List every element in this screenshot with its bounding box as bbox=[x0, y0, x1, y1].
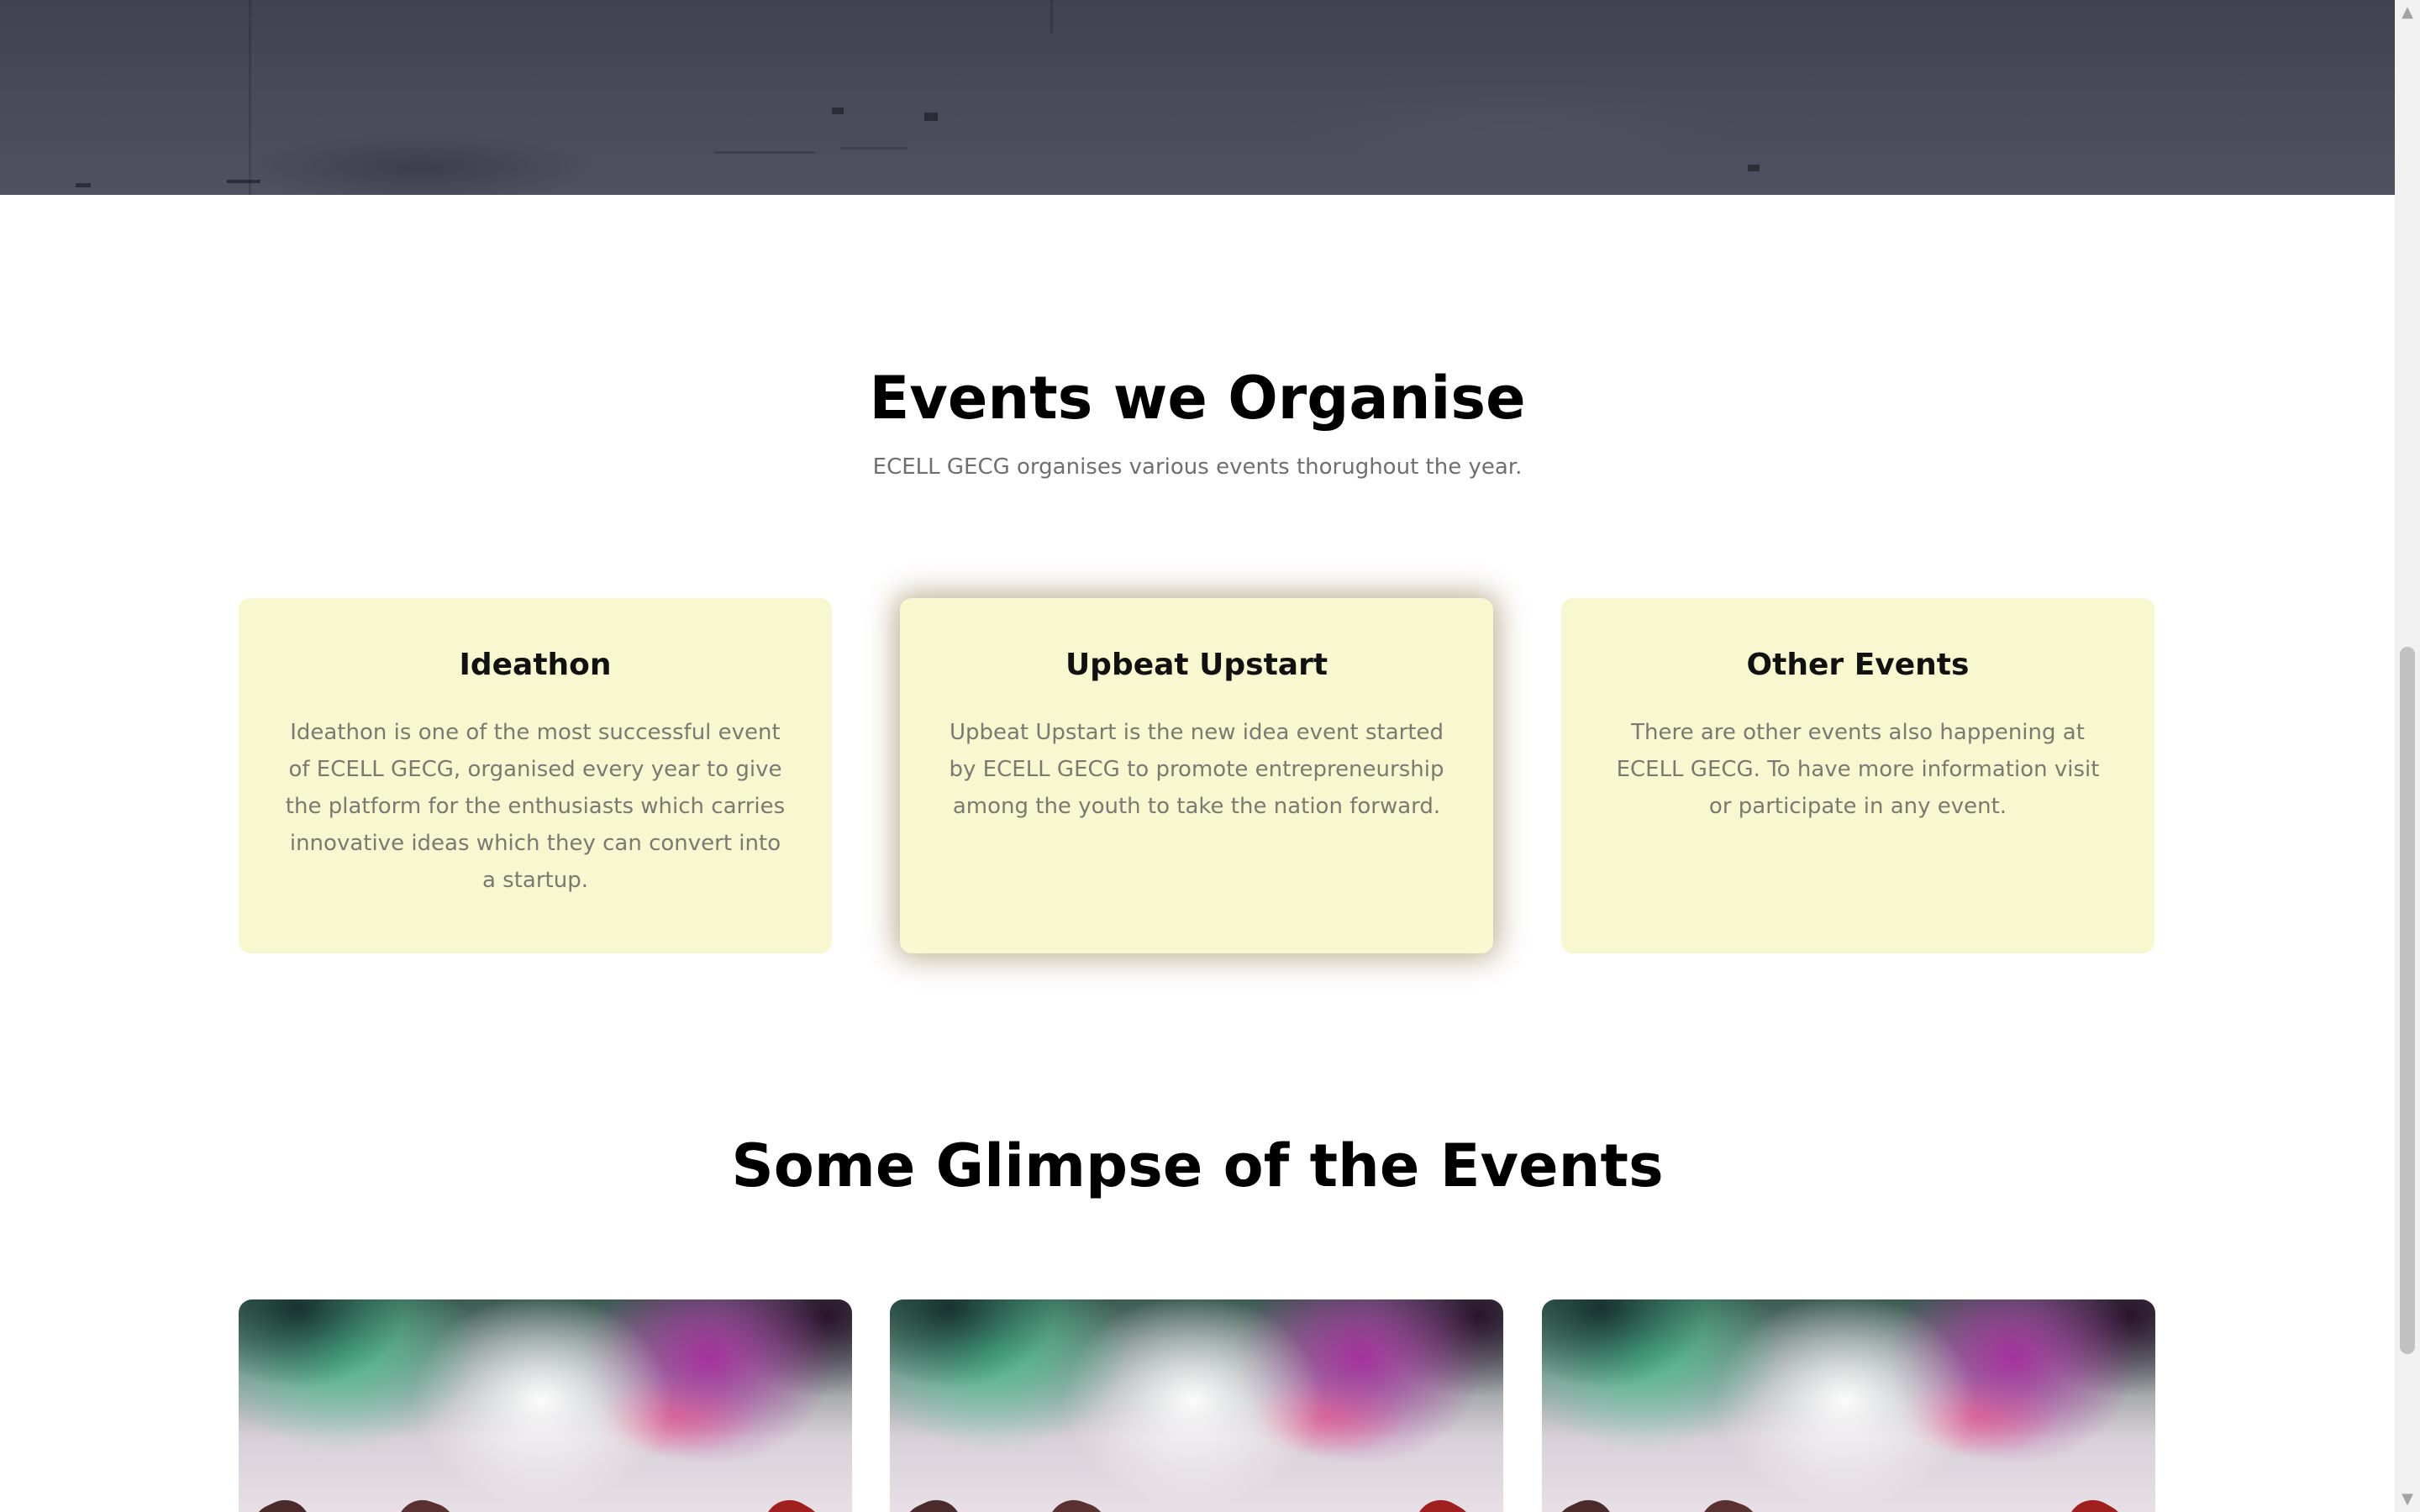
gallery-photo[interactable] bbox=[1542, 1299, 2155, 1512]
scrollbar-thumb[interactable] bbox=[2400, 647, 2415, 1354]
event-card-other-events[interactable]: Other Events There are other events also… bbox=[1561, 598, 2154, 953]
event-card-ideathon[interactable]: Ideathon Ideathon is one of the most suc… bbox=[239, 598, 832, 953]
glimpse-section-title: Some Glimpse of the Events bbox=[731, 1131, 1664, 1200]
event-gallery bbox=[239, 1299, 2156, 1512]
scroll-up-arrow-icon[interactable]: ▲ bbox=[2395, 0, 2420, 25]
gallery-photo[interactable] bbox=[890, 1299, 1503, 1512]
event-card-description: Ideathon is one of the most successful e… bbox=[285, 720, 786, 893]
events-section-title: Events we Organise bbox=[869, 364, 1526, 433]
gallery-photo[interactable] bbox=[239, 1299, 852, 1512]
events-section-subtitle: ECELL GECG organises various events thor… bbox=[872, 454, 1523, 480]
event-card-title: Other Events bbox=[1746, 648, 1970, 682]
event-card-title: Ideathon bbox=[459, 648, 612, 682]
event-card-title: Upbeat Upstart bbox=[1065, 648, 1328, 682]
event-card-description: Upbeat Upstart is the new idea event sta… bbox=[949, 720, 1444, 819]
hero-image-bottom bbox=[0, 0, 2395, 195]
event-cards: Ideathon Ideathon is one of the most suc… bbox=[239, 598, 2156, 953]
scroll-down-arrow-icon[interactable]: ▼ bbox=[2395, 1487, 2420, 1512]
vertical-scrollbar[interactable]: ▲ ▼ bbox=[2395, 0, 2420, 1512]
page-viewport: Events we Organise ECELL GECG organises … bbox=[0, 0, 2395, 1512]
page: Events we Organise ECELL GECG organises … bbox=[0, 0, 2420, 1512]
event-card-upbeat-upstart[interactable]: Upbeat Upstart Upbeat Upstart is the new… bbox=[900, 598, 1493, 953]
event-card-description: There are other events also happening at… bbox=[1616, 720, 2100, 819]
